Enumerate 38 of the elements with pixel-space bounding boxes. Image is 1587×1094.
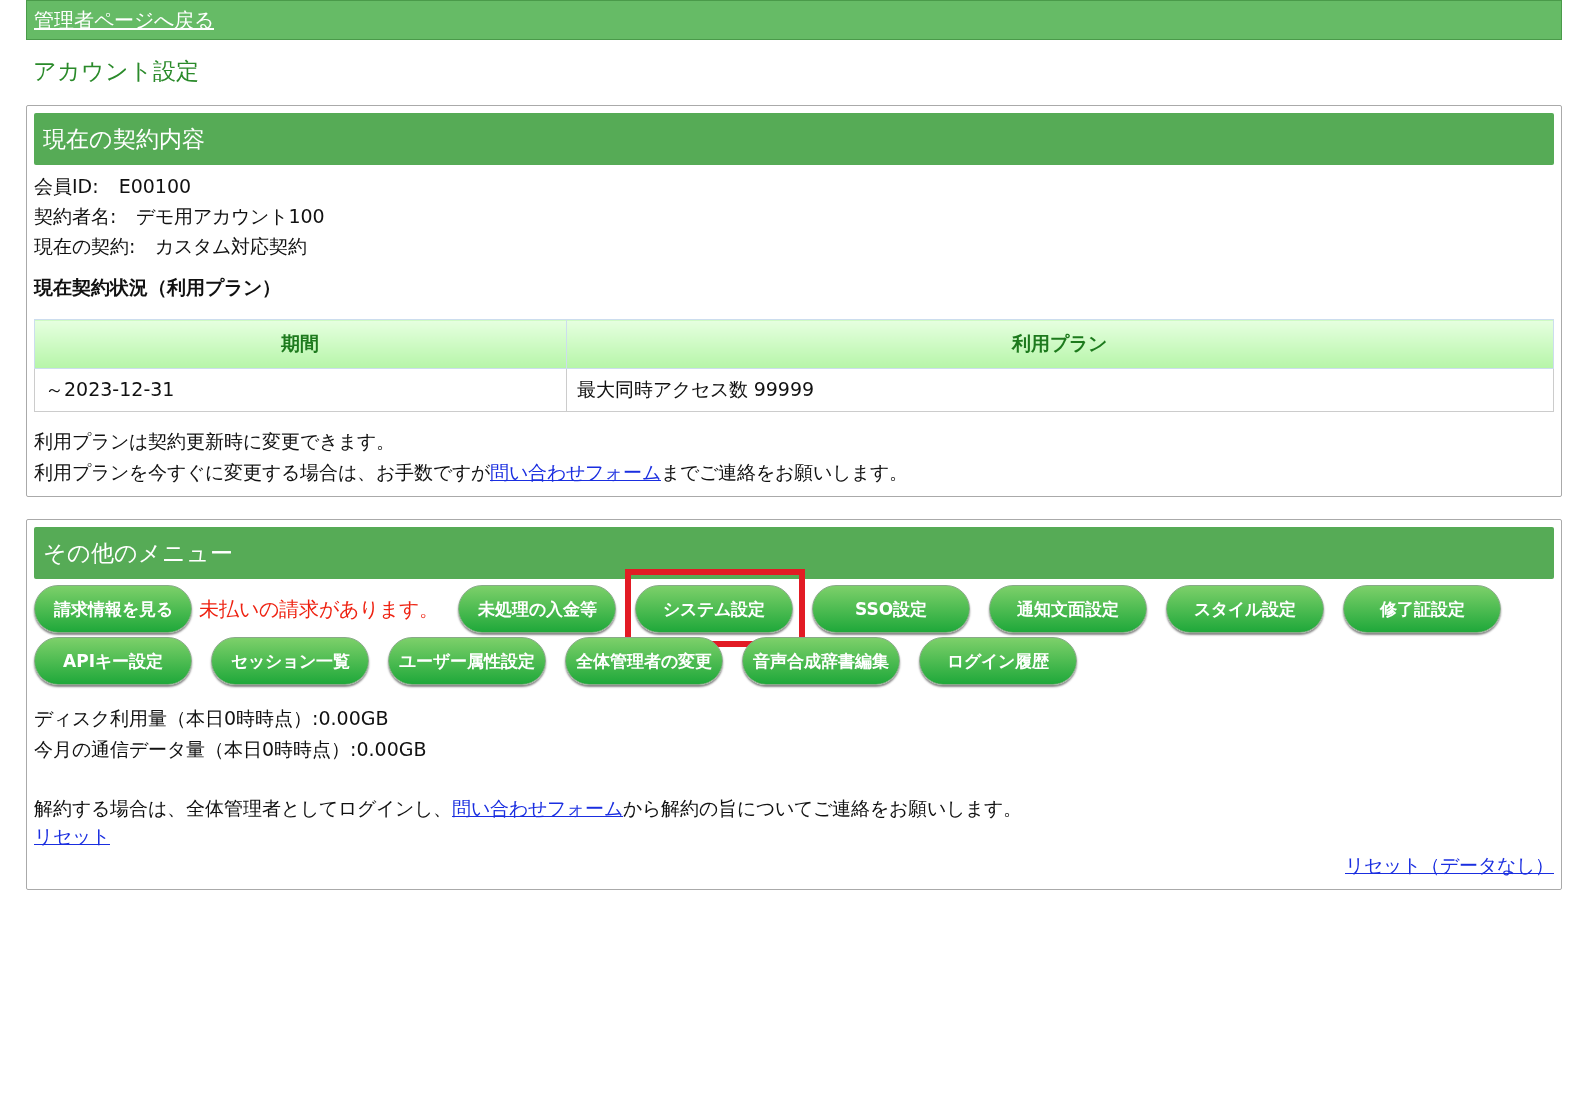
- field-value: カスタム対応契約: [155, 235, 308, 257]
- menu-button[interactable]: APIキー設定: [34, 637, 192, 685]
- menu-button[interactable]: 修了証設定: [1343, 585, 1501, 633]
- reset-no-data-link[interactable]: リセット（データなし）: [1345, 854, 1554, 876]
- table-cell: 最大同時アクセス数 99999: [566, 368, 1554, 412]
- section-heading: 現在の契約内容: [34, 113, 1554, 165]
- back-link[interactable]: 管理者ページへ戻る: [34, 8, 214, 32]
- page-title: アカウント設定: [32, 57, 200, 86]
- menu-button[interactable]: ログイン履歴: [919, 637, 1077, 685]
- menu-button[interactable]: 請求情報を見る: [34, 585, 192, 633]
- column-header: 期間: [34, 319, 567, 369]
- reset-link[interactable]: リセット: [34, 825, 110, 847]
- contact-form-link[interactable]: 問い合わせフォーム: [452, 797, 623, 819]
- column-header: 利用プラン: [566, 319, 1554, 369]
- status-heading: 現在契約状況（利用プラン）: [34, 275, 282, 300]
- field-value: E00100: [118, 175, 192, 197]
- field-label: 現在の契約:: [34, 235, 136, 257]
- section-heading: その他のメニュー: [34, 527, 1554, 579]
- menu-button[interactable]: 未処理の入金等: [458, 585, 616, 633]
- menu-button[interactable]: 通知文面設定: [989, 585, 1147, 633]
- usage-text: ディスク利用量（本日0時時点）:0.00GB: [34, 706, 390, 731]
- unpaid-notice: 未払いの請求があります。: [199, 595, 439, 623]
- table-cell: ～2023-12-31: [34, 368, 567, 412]
- menu-button[interactable]: システム設定: [635, 585, 793, 633]
- field-label: 会員ID:: [34, 175, 99, 197]
- menu-button[interactable]: ユーザー属性設定: [388, 637, 546, 685]
- note-text: 利用プランを今すぐに変更する場合は、お手数ですが問い合わせフォーム までご連絡をお願いします。: [34, 460, 909, 485]
- menu-button[interactable]: 音声合成辞書編集: [742, 637, 900, 685]
- contact-form-link[interactable]: 問い合わせフォーム: [490, 461, 661, 483]
- menu-button[interactable]: セッション一覧: [211, 637, 369, 685]
- usage-text: 今月の通信データ量（本日0時時点）:0.00GB: [34, 737, 428, 762]
- field-label: 契約者名:: [34, 205, 117, 227]
- menu-button[interactable]: スタイル設定: [1166, 585, 1324, 633]
- cancel-note: 解約する場合は、全体管理者としてログインし、問い合わせフォームから解約の旨についてご連絡をお願いします。: [34, 796, 1023, 821]
- menu-button[interactable]: SSO設定: [812, 585, 970, 633]
- menu-button[interactable]: 全体管理者の変更: [565, 637, 723, 685]
- note-text: 利用プランは契約更新時に変更できます。: [34, 429, 396, 454]
- field-value: デモ用アカウント100: [136, 205, 325, 227]
